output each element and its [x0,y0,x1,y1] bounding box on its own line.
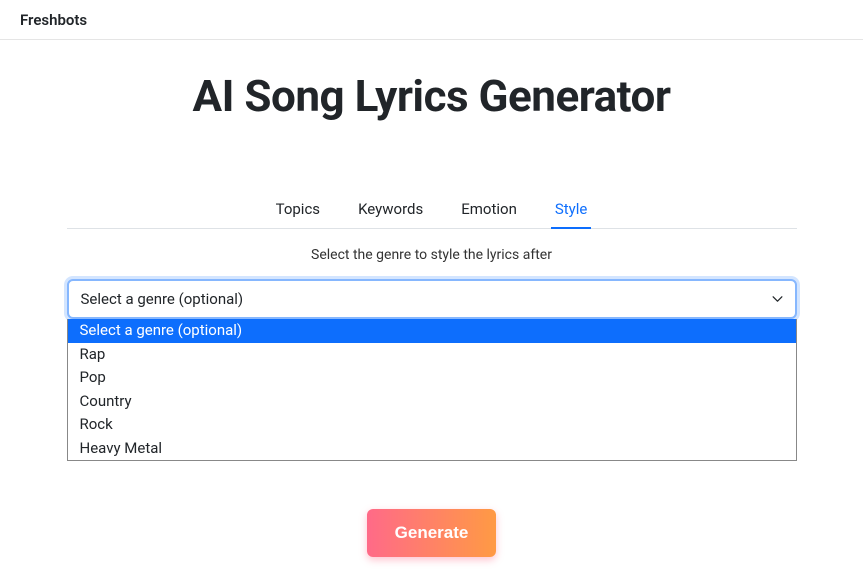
genre-option-pop[interactable]: Pop [68,366,796,390]
page-title: AI Song Lyrics Generator [67,70,797,122]
genre-select-value: Select a genre (optional) [81,290,244,308]
tab-keywords[interactable]: Keywords [354,192,427,228]
genre-select-wrapper: Select a genre (optional) Select a genre… [67,279,797,319]
tab-emotion[interactable]: Emotion [457,192,521,228]
genre-option-heavy-metal[interactable]: Heavy Metal [68,437,796,461]
instruction-text: Select the genre to style the lyrics aft… [67,247,797,263]
tab-topics[interactable]: Topics [272,192,324,228]
brand-logo[interactable]: Freshbots [20,11,87,29]
genre-select[interactable]: Select a genre (optional) [67,279,797,319]
header: Freshbots [0,0,863,40]
genre-option-country[interactable]: Country [68,390,796,414]
genre-option-rap[interactable]: Rap [68,343,796,367]
genre-option-placeholder[interactable]: Select a genre (optional) [68,319,796,343]
main-container: AI Song Lyrics Generator Topics Keywords… [47,70,817,557]
generate-wrapper: Generate [67,509,797,557]
generate-button[interactable]: Generate [367,509,497,557]
genre-option-rock[interactable]: Rock [68,413,796,437]
tabs: Topics Keywords Emotion Style [67,192,797,229]
tab-style[interactable]: Style [551,192,592,228]
genre-dropdown: Select a genre (optional) Rap Pop Countr… [67,319,797,461]
